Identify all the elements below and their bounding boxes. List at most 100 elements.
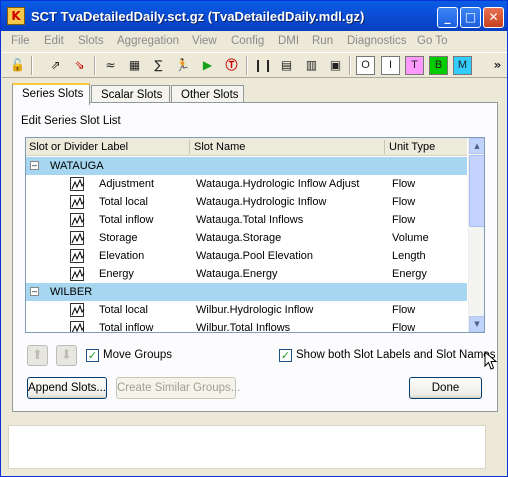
create-similar-groups-button[interactable]: Create Similar Groups... bbox=[116, 377, 240, 399]
toggle-o-button[interactable]: O bbox=[356, 56, 375, 75]
scroll-up-icon[interactable]: ▲ bbox=[469, 138, 484, 154]
menu-aggregation[interactable]: Aggregation bbox=[117, 35, 179, 47]
column-divider[interactable] bbox=[384, 140, 385, 154]
slot-name: Watauga.Hydrologic Inflow Adjust bbox=[196, 178, 360, 190]
menu-slots[interactable]: Slots bbox=[78, 35, 104, 47]
runner-icon[interactable]: 🏃 bbox=[173, 56, 192, 75]
group-name: WILBER bbox=[50, 286, 93, 298]
slot-row[interactable]: Total inflow Wilbur.Total Inflows Flow bbox=[26, 319, 467, 333]
close-slot-icon[interactable]: ⇘ bbox=[70, 56, 89, 75]
menu-goto[interactable]: Go To bbox=[417, 35, 447, 47]
group-name: WATAUGA bbox=[50, 160, 104, 172]
play-icon[interactable]: ▶ bbox=[198, 56, 217, 75]
menu-dmi[interactable]: DMI bbox=[278, 35, 299, 47]
close-button[interactable]: ✕ bbox=[483, 7, 504, 28]
move-up-button[interactable]: ⬆ bbox=[27, 345, 48, 366]
move-down-button[interactable]: ⬇ bbox=[56, 345, 77, 366]
app-icon: K bbox=[7, 7, 25, 25]
slot-name: Wilbur.Total Inflows bbox=[196, 322, 291, 333]
menu-edit[interactable]: Edit bbox=[44, 35, 64, 47]
series-plot-icon bbox=[70, 195, 85, 209]
slot-label: Energy bbox=[99, 268, 134, 280]
list-header: Slot or Divider Label Slot Name Unit Typ… bbox=[26, 138, 467, 156]
tab-series-slots[interactable]: Series Slots bbox=[12, 83, 90, 105]
menu-run[interactable]: Run bbox=[312, 35, 333, 47]
slot-label: Total inflow bbox=[99, 322, 154, 333]
calculator-icon[interactable]: ∑ bbox=[149, 56, 168, 75]
fit-icon[interactable]: ▣ bbox=[326, 56, 345, 75]
show-both-checkbox[interactable]: ✓ bbox=[279, 349, 292, 362]
append-slots-button[interactable]: Append Slots... bbox=[27, 377, 107, 399]
column-header-unit-type[interactable]: Unit Type bbox=[389, 141, 435, 153]
open-slot-icon[interactable]: ⇗ bbox=[46, 56, 65, 75]
toolbar: 🔓 ⇗ ⇘ ≈ ▦ ∑ 🏃 ▶ Ⓣ ❙❙ ▤ ▥ ▣ O I T B M » bbox=[2, 52, 507, 78]
toolbar-overflow-icon[interactable]: » bbox=[488, 56, 507, 75]
series-plot-icon bbox=[70, 177, 85, 191]
toggle-b-button[interactable]: B bbox=[429, 56, 448, 75]
scroll-down-icon[interactable]: ▼ bbox=[469, 316, 484, 332]
slot-row[interactable]: Elevation Watauga.Pool Elevation Length bbox=[26, 247, 467, 265]
toolbar-separator bbox=[349, 56, 351, 75]
toggle-t-button[interactable]: T bbox=[405, 56, 424, 75]
expand-icon[interactable]: ▤ bbox=[277, 56, 296, 75]
column-header-slot-name[interactable]: Slot Name bbox=[194, 141, 245, 153]
series-plot-icon bbox=[70, 249, 85, 263]
slot-name: Wilbur.Hydrologic Inflow bbox=[196, 304, 314, 316]
toolbar-separator bbox=[31, 56, 33, 75]
menu-config[interactable]: Config bbox=[231, 35, 264, 47]
done-button[interactable]: Done bbox=[409, 377, 482, 399]
stop-d-icon[interactable]: Ⓣ bbox=[222, 56, 241, 75]
minimize-button[interactable]: _ bbox=[437, 7, 458, 28]
slot-label: Adjustment bbox=[99, 178, 155, 190]
menu-bar: File Edit Slots Aggregation View Config … bbox=[2, 32, 507, 52]
menu-view[interactable]: View bbox=[192, 35, 217, 47]
unit-type: Flow bbox=[392, 322, 416, 333]
move-groups-checkbox[interactable]: ✓ bbox=[86, 349, 99, 362]
menu-diagnostics[interactable]: Diagnostics bbox=[347, 35, 406, 47]
slot-name: Watauga.Energy bbox=[196, 268, 278, 280]
collapse-icon[interactable]: ▥ bbox=[302, 56, 321, 75]
slot-list: Slot or Divider Label Slot Name Unit Typ… bbox=[25, 137, 485, 333]
slot-row[interactable]: Total local Wilbur.Hydrologic Inflow Flow bbox=[26, 301, 467, 319]
unit-type: Energy bbox=[392, 268, 427, 280]
slot-row[interactable]: Energy Watauga.Energy Energy bbox=[26, 265, 467, 283]
toolbar-separator bbox=[94, 56, 96, 75]
menu-file[interactable]: File bbox=[11, 35, 30, 47]
group-row[interactable]: – WATAUGA bbox=[26, 157, 467, 175]
slot-label: Total local bbox=[99, 304, 148, 316]
column-divider[interactable] bbox=[189, 140, 190, 154]
window-title: SCT TvaDetailedDaily.sct.gz (TvaDetailed… bbox=[31, 9, 365, 24]
collapse-icon[interactable]: – bbox=[30, 161, 39, 170]
slot-name: Watauga.Total Inflows bbox=[196, 214, 304, 226]
move-groups-label: Move Groups bbox=[103, 349, 173, 361]
unit-type: Flow bbox=[392, 214, 416, 226]
title-bar[interactable]: K SCT TvaDetailedDaily.sct.gz (TvaDetail… bbox=[1, 1, 507, 31]
maximize-button[interactable]: □ bbox=[460, 7, 481, 28]
toggle-m-button[interactable]: M bbox=[453, 56, 472, 75]
slot-row[interactable]: Adjustment Watauga.Hydrologic Inflow Adju… bbox=[26, 175, 467, 193]
toggle-i-button[interactable]: I bbox=[381, 56, 400, 75]
mouse-cursor-icon bbox=[484, 351, 498, 370]
slot-row[interactable]: Total local Watauga.Hydrologic Inflow Flow bbox=[26, 193, 467, 211]
slot-row[interactable]: Storage Watauga.Storage Volume bbox=[26, 229, 467, 247]
graph-icon[interactable]: ▦ bbox=[125, 56, 144, 75]
plot-icon[interactable]: ≈ bbox=[101, 56, 120, 75]
panel-heading: Edit Series Slot List bbox=[21, 115, 121, 127]
toolbar-separator bbox=[246, 56, 248, 75]
series-plot-icon bbox=[70, 321, 85, 332]
unlock-icon[interactable]: 🔓 bbox=[8, 56, 27, 75]
series-plot-icon bbox=[70, 231, 85, 245]
bar-icon[interactable]: ❙❙ bbox=[253, 56, 273, 75]
vertical-scrollbar[interactable]: ▲ ▼ bbox=[468, 138, 484, 332]
series-plot-icon bbox=[70, 213, 85, 227]
group-row[interactable]: – WILBER bbox=[26, 283, 467, 301]
slot-name: Watauga.Hydrologic Inflow bbox=[196, 196, 327, 208]
collapse-icon[interactable]: – bbox=[30, 287, 39, 296]
scroll-thumb[interactable] bbox=[469, 155, 484, 227]
slot-label: Total local bbox=[99, 196, 148, 208]
series-slots-panel: Edit Series Slot List Slot or Divider La… bbox=[12, 102, 498, 412]
sct-window: K SCT TvaDetailedDaily.sct.gz (TvaDetail… bbox=[0, 0, 508, 477]
column-header-label[interactable]: Slot or Divider Label bbox=[29, 141, 128, 153]
slot-label: Storage bbox=[99, 232, 138, 244]
slot-row[interactable]: Total inflow Watauga.Total Inflows Flow bbox=[26, 211, 467, 229]
